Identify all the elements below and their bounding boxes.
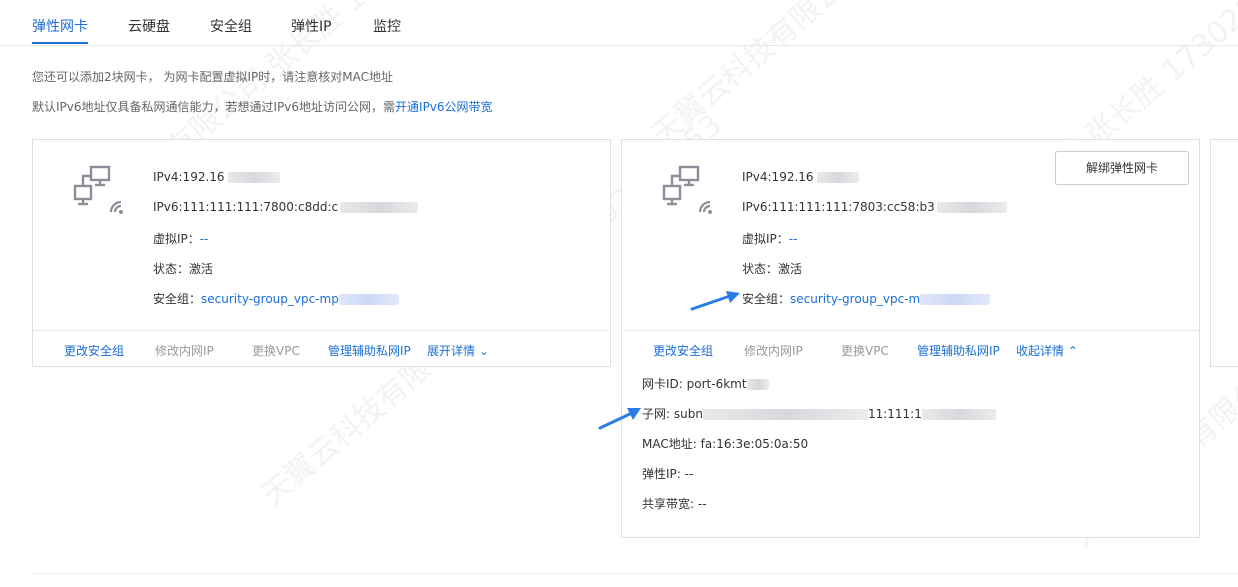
ipv6-notice-text: 默认IPv6地址仅具备私网通信能力，若想通过IPv6地址访问公网，需 (32, 100, 396, 114)
ipv6-field: IPv6:111:111:111:7800:c8dd:c (153, 200, 419, 214)
shared-bandwidth-field: 共享带宽: -- (642, 497, 707, 511)
expand-details-toggle[interactable]: 展开详情 ⌄ (427, 342, 489, 359)
subnet-value-ipv6: 11:111:1 (867, 407, 922, 421)
ipv6-notice: 默认IPv6地址仅具备私网通信能力，若想通过IPv6地址访问公网，需开通IPv6… (32, 98, 493, 115)
nic-details-panel: 网卡ID: port-6kmt 子网: subn 11:111:1 MAC地址: … (621, 366, 1200, 538)
ipv6-value: IPv6:111:111:111:7803:cc58:b3 (742, 200, 935, 214)
status-value: 激活 (778, 262, 803, 276)
card-divider (622, 330, 1199, 331)
virtual-ip-label: 虚拟IP： (742, 232, 789, 246)
card-divider (33, 330, 610, 331)
collapse-details-toggle[interactable]: 收起详情 ⌃ (1016, 342, 1078, 359)
nic-card-1: IPv4:192.16 IPv6:111:111:111:7800:c8dd:c… (32, 139, 611, 367)
mac-field: MAC地址: fa:16:3e:05:0a:50 (642, 437, 809, 451)
nic-id-field: 网卡ID: port-6kmt (642, 375, 769, 392)
nic-id-value: 网卡ID: port-6kmt (642, 377, 747, 391)
manage-secondary-ip-button[interactable]: 管理辅助私网IP (328, 342, 411, 359)
enable-ipv6-bandwidth-link[interactable]: 开通IPv6公网带宽 (395, 100, 493, 114)
status-value: 激活 (189, 262, 214, 276)
active-tab-indicator (32, 42, 88, 44)
eip-field: 弹性IP: -- (642, 467, 694, 481)
tab-elastic-ip[interactable]: 弹性IP (291, 16, 332, 36)
ipv6-value: IPv6:111:111:111:7800:c8dd:c (153, 200, 339, 214)
subnet-field: 子网: subn 11:111:1 (642, 405, 996, 422)
redacted-block (746, 379, 769, 390)
redacted-block (816, 172, 859, 183)
unbind-nic-button[interactable]: 解绑弹性网卡 (1055, 151, 1189, 185)
ipv4-field: IPv4:192.16 (153, 170, 280, 184)
change-vpc-button[interactable]: 更换VPC (841, 342, 889, 359)
nic-card-2: IPv4:192.16 IPv6:111:111:111:7803:cc58:b… (621, 139, 1200, 367)
change-vpc-button[interactable]: 更换VPC (252, 342, 300, 359)
security-group-link[interactable]: security-group_vpc-m (790, 292, 920, 306)
network-interface-icon (662, 165, 712, 214)
virtual-ip-value: -- (199, 232, 209, 246)
tab-monitor[interactable]: 监控 (373, 16, 401, 36)
security-group-label: 安全组： (153, 292, 202, 306)
manage-secondary-ip-button[interactable]: 管理辅助私网IP (917, 342, 1000, 359)
annotation-arrow-icon (690, 291, 740, 311)
status-label: 状态： (153, 262, 190, 276)
annotation-arrow-icon (598, 408, 641, 430)
virtual-ip-value: -- (788, 232, 798, 246)
redacted-block (920, 294, 991, 305)
modify-private-ip-button[interactable]: 修改内网IP (155, 342, 214, 359)
network-interface-icon (73, 165, 123, 214)
tab-elastic-nic[interactable]: 弹性网卡 (32, 16, 88, 36)
security-group-field: 安全组：security-group_vpc-m (742, 290, 991, 307)
tab-cloud-disk[interactable]: 云硬盘 (128, 16, 170, 36)
redacted-block (227, 172, 280, 183)
status-label: 状态： (742, 262, 779, 276)
virtual-ip-label: 虚拟IP： (153, 232, 200, 246)
ipv4-value: IPv4:192.16 (742, 170, 814, 184)
change-security-group-button[interactable]: 更改安全组 (653, 342, 713, 359)
virtual-ip-field: 虚拟IP：-- (742, 230, 797, 247)
redacted-block (702, 409, 868, 420)
section-divider (32, 573, 1238, 574)
subnet-value: 子网: subn (642, 407, 703, 421)
ipv4-field: IPv4:192.16 (742, 170, 859, 184)
redacted-block (338, 294, 399, 305)
security-group-link[interactable]: security-group_vpc-mp (201, 292, 339, 306)
nic-card-3-partial (1210, 139, 1238, 367)
redacted-block (340, 202, 419, 213)
security-group-label: 安全组： (742, 292, 791, 306)
tab-bar: 弹性网卡 云硬盘 安全组 弹性IP 监控 (0, 0, 1238, 46)
redacted-block (921, 409, 996, 420)
nic-quota-notice: 您还可以添加2块网卡， 为网卡配置虚拟IP时，请注意核对MAC地址 (32, 70, 393, 84)
status-field: 状态：激活 (153, 260, 213, 277)
ipv6-field: IPv6:111:111:111:7803:cc58:b3 (742, 200, 1007, 214)
redacted-block (936, 202, 1007, 213)
virtual-ip-field: 虚拟IP：-- (153, 230, 208, 247)
tab-security-group[interactable]: 安全组 (210, 16, 252, 36)
modify-private-ip-button[interactable]: 修改内网IP (744, 342, 803, 359)
ipv4-value: IPv4:192.16 (153, 170, 225, 184)
change-security-group-button[interactable]: 更改安全组 (64, 342, 124, 359)
status-field: 状态：激活 (742, 260, 802, 277)
security-group-field: 安全组：security-group_vpc-mp (153, 290, 399, 307)
